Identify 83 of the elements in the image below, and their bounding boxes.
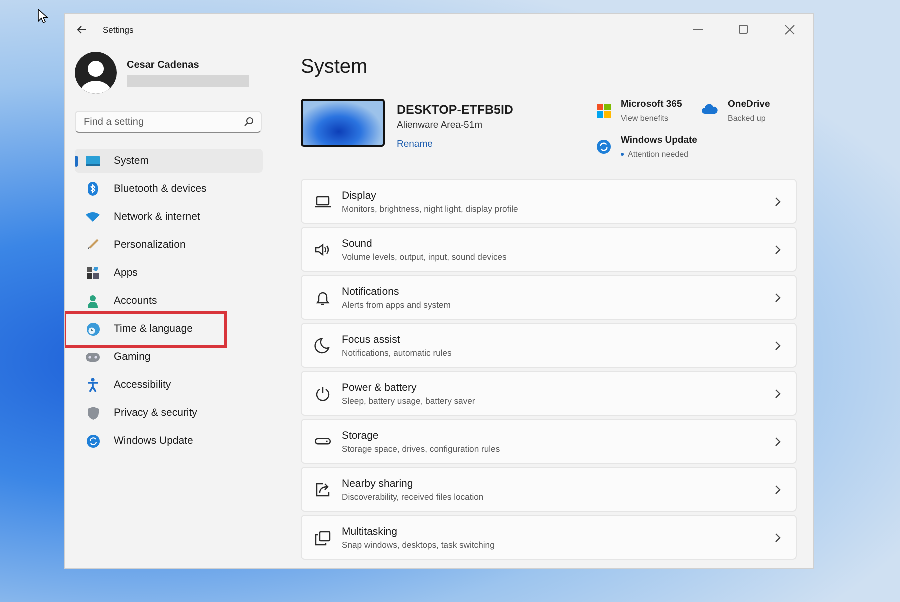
settings-row[interactable]: Storage Storage space, drives, configuration rules [301,419,797,464]
shield-icon [88,406,98,420]
sidebar-item[interactable]: Accessibility [75,373,263,397]
service-title[interactable]: Microsoft 365 [621,99,682,110]
settings-row[interactable]: Power & battery Sleep, battery usage, battery saver [301,371,797,416]
cloud-icon [702,104,718,114]
update-icon [86,434,100,448]
service-title[interactable]: OneDrive [728,99,770,110]
chevron-icon [774,484,782,494]
settings-row[interactable]: Notifications Alerts from apps and system [301,275,797,320]
search-field[interactable]: Find a setting [75,111,262,133]
back-arrow-icon[interactable] [77,25,87,35]
wifi-icon [86,212,100,222]
sidebar-item[interactable]: Windows Update [75,429,263,453]
minimize-icon[interactable] [693,29,703,31]
rename-link[interactable]: Rename [397,139,433,150]
settings-row[interactable]: Focus assist Notifications, automatic rules [301,323,797,368]
settings-row[interactable]: Sound Volume levels, output, input, sound devices [301,227,797,272]
setting-title: Display [342,190,378,202]
chevron-icon [774,532,782,542]
chevron-icon [774,388,782,398]
chevron-icon [774,340,782,350]
close-icon[interactable] [785,25,795,35]
setting-description: Alerts from apps and system [342,300,452,310]
storage-icon [314,438,332,445]
settings-row[interactable]: Display Monitors, brightness, night light, display profile [301,179,797,224]
service-status: Backed up [728,114,766,123]
window-title: Settings [103,25,134,35]
search-icon [244,117,254,127]
globe-clock-icon [86,322,100,336]
setting-title: Power & battery [342,382,418,394]
selection-indicator [75,156,78,167]
power-icon [314,384,332,402]
setting-title: Focus assist [342,334,402,346]
chevron-icon [774,244,782,254]
setting-description: Storage space, drives, configuration rules [342,444,502,454]
sidebar-item[interactable]: Personalization [75,233,263,257]
device-model: Alienware Area-51m [397,120,484,131]
settings-row[interactable]: Multitasking Snap windows, desktops, task switching [301,515,797,560]
setting-description: Volume levels, output, input, sound devices [342,252,508,262]
avatar-silhouette[interactable] [75,52,117,94]
windows-stack-icon [314,528,332,546]
account-name: Cesar Cadenas [127,60,200,70]
setting-description: Notifications, automatic rules [342,348,453,358]
setting-description: Sleep, battery usage, battery saver [342,396,476,406]
share-icon [314,480,332,498]
accessibility-icon [87,378,99,392]
chevron-icon [774,292,782,302]
setting-title: Multitasking [342,526,398,538]
service-status: Attention needed [628,150,688,159]
four-squares-logo-icon [597,104,611,118]
mouse-pointer-icon [38,9,48,24]
sidebar-item[interactable]: Privacy & security [75,401,263,425]
chevron-icon [774,436,782,446]
device-name: DESKTOP-ETFB5ID [397,103,514,117]
service-title[interactable]: Windows Update [621,135,698,146]
service-status: View benefits [621,114,668,123]
sidebar-item[interactable]: System [75,149,263,173]
setting-description: Monitors, brightness, night light, display profile [342,204,520,214]
sidebar-item[interactable]: Network & internet [75,205,263,229]
page-title: System [301,56,369,79]
sidebar-item[interactable]: Bluetooth & devices [75,177,263,201]
sidebar-item[interactable]: Gaming [75,345,263,369]
setting-title: Storage [342,430,380,442]
setting-title: Notifications [342,286,400,298]
chevron-icon [774,196,782,206]
moon-icon [314,336,332,354]
bluetooth-icon [88,182,98,196]
settings-row[interactable]: Nearby sharing Discoverability, received files location [301,467,797,512]
setting-description: Discoverability, received files location [342,492,485,502]
sidebar-item[interactable]: Accounts [75,289,263,313]
sidebar-item[interactable]: Apps [75,261,263,285]
setting-title: Sound [342,238,374,250]
maximize-icon[interactable] [739,25,749,35]
update-icon [597,140,611,154]
gamepad-icon [86,352,100,362]
monitor-icon [86,156,100,166]
setting-description: Snap windows, desktops, task switching [342,540,496,550]
brush-icon [87,239,99,251]
setting-title: Nearby sharing [342,478,414,490]
sidebar-item[interactable]: Time & language [75,317,263,341]
apps-icon [87,267,99,279]
person-icon [88,294,98,308]
